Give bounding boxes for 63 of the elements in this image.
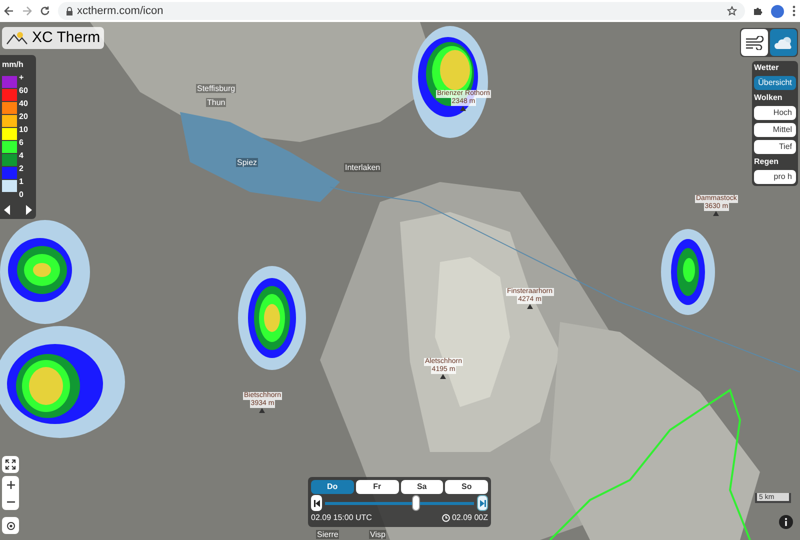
info-icon[interactable] <box>779 515 793 529</box>
layer-option[interactable]: Tief <box>754 140 796 154</box>
layer-option[interactable]: Mittel <box>754 123 796 137</box>
place-label: Thun <box>206 98 226 107</box>
legend-label: 0 <box>19 189 24 201</box>
more-icon[interactable] <box>792 5 796 17</box>
section-heading: Wolken <box>754 93 784 103</box>
section-heading: Wetter <box>754 63 780 73</box>
mountain-sun-icon <box>6 31 28 45</box>
current-time: 02.09 15:00 UTC <box>311 512 372 524</box>
place-label: Spiez <box>236 158 258 167</box>
fullscreen-button[interactable] <box>2 456 19 473</box>
logo-text: XC Therm <box>32 28 100 48</box>
url-text: xctherm.com/icon <box>77 4 164 19</box>
wind-layer-tab[interactable] <box>741 29 768 56</box>
legend-label: 2 <box>19 163 24 175</box>
right-arrow-icon[interactable] <box>26 205 32 215</box>
locate-button[interactable] <box>2 517 19 534</box>
legend-label: 20 <box>19 111 28 123</box>
last-step-button[interactable] <box>477 495 488 511</box>
minus-icon <box>6 500 14 502</box>
plus-icon <box>6 480 14 488</box>
legend-label: 1 <box>19 176 24 188</box>
place-label: Sierre <box>316 530 340 539</box>
puzzle-icon[interactable] <box>753 6 763 16</box>
left-arrow-icon[interactable] <box>4 205 10 215</box>
reload-icon[interactable] <box>40 6 50 16</box>
lock-icon <box>66 6 73 16</box>
skip-back-icon <box>314 500 320 506</box>
clock-icon <box>442 514 450 522</box>
place-label: Steffisburg <box>196 84 236 93</box>
place-label: Interlaken <box>344 163 382 172</box>
cloud-sun-icon <box>772 34 794 50</box>
legend-label: 40 <box>19 98 28 110</box>
legend-label: 4 <box>19 150 24 162</box>
slider-thumb[interactable] <box>412 495 420 511</box>
skip-forward-icon <box>480 500 486 506</box>
place-label: Visp <box>369 530 386 539</box>
layer-option[interactable]: pro h <box>754 170 796 184</box>
day-tab[interactable]: Fr <box>356 480 398 494</box>
legend-label: 10 <box>19 124 28 136</box>
day-tab[interactable]: So <box>445 480 488 494</box>
legend-label: 60 <box>19 85 28 97</box>
logo[interactable]: XC Therm <box>2 27 104 49</box>
wind-icon <box>744 36 764 50</box>
address-bar[interactable]: xctherm.com/icon <box>58 2 745 20</box>
legend-label: 6 <box>19 137 24 149</box>
time-slider[interactable] <box>325 495 474 511</box>
layer-option[interactable]: Übersicht <box>754 76 796 90</box>
first-step-button[interactable] <box>311 495 322 511</box>
back-icon[interactable] <box>4 6 14 16</box>
legend-unit: mm/h <box>2 59 24 71</box>
weather-layer-tab[interactable] <box>770 29 797 56</box>
section-heading: Regen <box>754 157 780 167</box>
profile-avatar[interactable] <box>771 4 784 18</box>
expand-icon <box>5 459 16 470</box>
day-tab[interactable]: Do <box>311 480 354 494</box>
legend-label: + <box>19 72 25 84</box>
model-run-time: 02.09 00Z <box>452 512 488 524</box>
layer-option[interactable]: Hoch <box>754 106 796 120</box>
day-tab[interactable]: Sa <box>400 480 444 494</box>
star-icon[interactable] <box>727 6 737 16</box>
crosshair-icon <box>6 520 16 530</box>
